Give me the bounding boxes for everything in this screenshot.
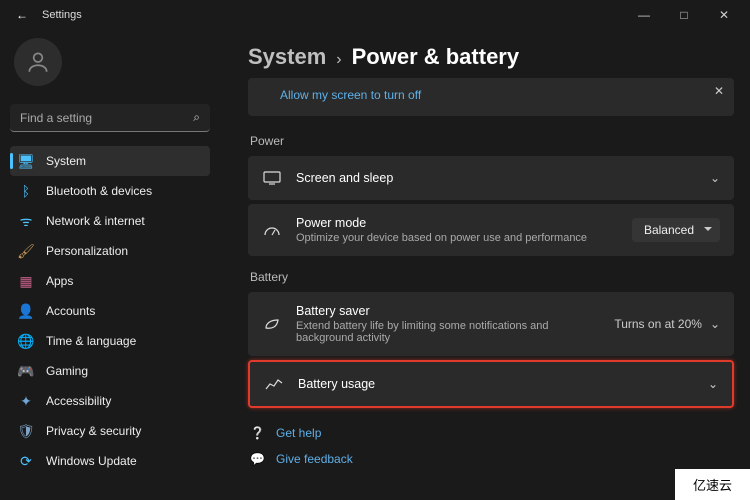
battery-saver-card[interactable]: Battery saver Extend battery life by lim… xyxy=(248,292,734,356)
apps-icon: ▦ xyxy=(18,273,34,289)
bluetooth-icon: ᛒ xyxy=(18,183,34,199)
gauge-icon xyxy=(262,220,282,240)
link-label: Give feedback xyxy=(276,452,353,466)
avatar[interactable] xyxy=(14,38,62,86)
allow-screen-off-link[interactable]: Allow my screen to turn off xyxy=(280,88,421,102)
battery-saver-status: Turns on at 20% xyxy=(614,317,702,331)
sidebar-item-accessibility[interactable]: ✦ Accessibility xyxy=(10,386,210,416)
sidebar-item-label: Windows Update xyxy=(46,454,137,468)
breadcrumb-parent[interactable]: System xyxy=(248,44,326,70)
search-input[interactable] xyxy=(10,104,210,132)
wifi-icon: ᯤ xyxy=(18,213,34,229)
power-mode-dropdown[interactable]: Balanced xyxy=(632,218,720,242)
chart-icon xyxy=(264,374,284,394)
get-help-link[interactable]: ❔ Get help xyxy=(248,420,734,446)
screen-and-sleep-card[interactable]: Screen and sleep ⌄ xyxy=(248,156,734,200)
sidebar-item-apps[interactable]: ▦ Apps xyxy=(10,266,210,296)
leaf-icon xyxy=(262,314,282,334)
brush-icon: 🖌 xyxy=(18,243,34,259)
sidebar-item-label: Personalization xyxy=(46,244,128,258)
feedback-icon: 💬 xyxy=(250,452,266,466)
page-title: Power & battery xyxy=(352,44,520,70)
card-title: Battery saver xyxy=(296,304,600,318)
sidebar-item-update[interactable]: ⟳ Windows Update xyxy=(10,446,210,476)
watermark: 亿速云 xyxy=(675,469,750,500)
section-title-power: Power xyxy=(250,134,734,148)
back-button[interactable]: ← xyxy=(16,8,28,22)
chevron-down-icon: ⌄ xyxy=(710,171,720,185)
card-subtitle: Optimize your device based on power use … xyxy=(296,232,618,244)
sidebar-item-label: Accounts xyxy=(46,304,95,318)
sidebar-item-label: Network & internet xyxy=(46,214,145,228)
close-icon[interactable]: ✕ xyxy=(714,84,724,98)
section-title-battery: Battery xyxy=(250,270,734,284)
link-label: Get help xyxy=(276,426,321,440)
power-mode-card[interactable]: Power mode Optimize your device based on… xyxy=(248,204,734,256)
sidebar-item-time[interactable]: 🌐 Time & language xyxy=(10,326,210,356)
close-button[interactable]: ✕ xyxy=(704,0,744,30)
sidebar-item-label: Time & language xyxy=(46,334,136,348)
sidebar-item-network[interactable]: ᯤ Network & internet xyxy=(10,206,210,236)
app-title: Settings xyxy=(42,9,82,21)
card-title: Power mode xyxy=(296,216,618,230)
minimize-button[interactable]: — xyxy=(624,0,664,30)
screen-icon xyxy=(262,168,282,188)
shield-icon: 🛡 xyxy=(18,423,34,439)
sidebar-item-bluetooth[interactable]: ᛒ Bluetooth & devices xyxy=(10,176,210,206)
globe-icon: 🌐 xyxy=(18,333,34,349)
recommendation-banner: Allow my screen to turn off ✕ xyxy=(248,78,734,116)
chevron-down-icon: ⌄ xyxy=(710,317,720,331)
give-feedback-link[interactable]: 💬 Give feedback xyxy=(248,446,734,472)
help-icon: ❔ xyxy=(250,426,266,440)
card-title: Battery usage xyxy=(298,377,694,391)
accessibility-icon: ✦ xyxy=(18,393,34,409)
sidebar-item-label: Apps xyxy=(46,274,73,288)
sidebar-item-accounts[interactable]: 👤 Accounts xyxy=(10,296,210,326)
sidebar-item-label: System xyxy=(46,154,86,168)
card-subtitle: Extend battery life by limiting some not… xyxy=(296,320,600,344)
sidebar-item-label: Privacy & security xyxy=(46,424,141,438)
card-title: Screen and sleep xyxy=(296,171,696,185)
gamepad-icon: 🎮 xyxy=(18,363,34,379)
breadcrumb: System › Power & battery xyxy=(248,44,734,70)
update-icon: ⟳ xyxy=(18,453,34,469)
sidebar-item-label: Gaming xyxy=(46,364,88,378)
person-icon: 👤 xyxy=(18,303,34,319)
battery-usage-card[interactable]: Battery usage ⌄ xyxy=(248,360,734,408)
maximize-button[interactable]: □ xyxy=(664,0,704,30)
sidebar-item-personalization[interactable]: 🖌 Personalization xyxy=(10,236,210,266)
chevron-down-icon: ⌄ xyxy=(708,377,718,391)
chevron-right-icon: › xyxy=(336,51,341,69)
sidebar-item-privacy[interactable]: 🛡 Privacy & security xyxy=(10,416,210,446)
sidebar-item-label: Accessibility xyxy=(46,394,111,408)
sidebar-item-label: Bluetooth & devices xyxy=(46,184,152,198)
system-icon: 🖥 xyxy=(18,153,34,169)
sidebar-item-system[interactable]: 🖥 System xyxy=(10,146,210,176)
search-icon: ⌕ xyxy=(193,110,200,125)
sidebar-item-gaming[interactable]: 🎮 Gaming xyxy=(10,356,210,386)
